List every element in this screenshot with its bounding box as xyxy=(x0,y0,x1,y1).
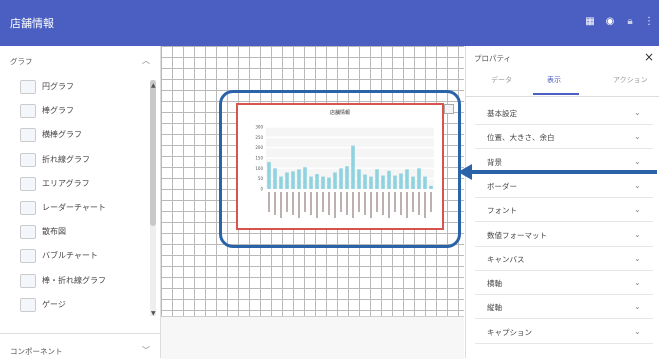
property-section[interactable]: キャプション xyxy=(487,327,532,338)
divider xyxy=(475,148,653,150)
chevron-down-icon[interactable]: ⌄ xyxy=(634,254,641,263)
eye-icon[interactable]: ◉ xyxy=(604,16,616,28)
chevron-down-icon[interactable]: ⌄ xyxy=(634,230,641,239)
chart-type-item[interactable]: バブルチャート xyxy=(20,247,148,265)
scroll-down-icon[interactable]: ▼ xyxy=(151,310,156,317)
chart-type-item[interactable]: エリアグラフ xyxy=(20,175,148,193)
app-header: 店舗情報 ▦ ◉ 🔒︎ ⋮ xyxy=(0,0,659,46)
divider xyxy=(475,124,653,125)
chevron-down-icon[interactable]: ⌄ xyxy=(634,205,641,214)
divider xyxy=(475,221,653,223)
tab-data[interactable]: データ xyxy=(491,75,512,85)
divider xyxy=(475,342,653,344)
gauge-icon xyxy=(20,297,36,312)
active-tab-indicator xyxy=(533,93,579,95)
scrollbar-thumb[interactable] xyxy=(150,80,156,226)
divider xyxy=(465,96,659,97)
chart-type-label: 棒・折れ線グラフ xyxy=(42,275,106,285)
lock-icon[interactable]: 🔒︎ xyxy=(624,16,636,28)
chevron-down-icon[interactable]: ⌄ xyxy=(634,302,641,311)
chart-type-label: ゲージ xyxy=(42,299,66,309)
divider xyxy=(475,245,653,247)
property-section[interactable]: キャンバス xyxy=(487,254,525,265)
property-section[interactable]: 数値フォーマット xyxy=(487,230,547,241)
chart-type-label: エリアグラフ xyxy=(42,178,90,188)
section-graph[interactable]: グラフ xyxy=(10,56,33,67)
divider xyxy=(475,269,653,271)
chart-type-label: 棒グラフ xyxy=(42,106,74,116)
close-icon[interactable]: × xyxy=(644,50,654,64)
chevron-down-icon[interactable]: ⌄ xyxy=(634,132,641,141)
grid-icon[interactable]: ▦ xyxy=(584,16,596,28)
chart-type-label: 折れ線グラフ xyxy=(42,154,90,164)
chevron-down-icon[interactable]: ﹀ xyxy=(142,345,150,356)
chart-type-label: 散布図 xyxy=(42,227,66,237)
property-section[interactable]: フォント xyxy=(487,205,517,216)
chevron-down-icon[interactable]: ⌄ xyxy=(634,108,641,117)
more-vert-icon[interactable]: ⋮ xyxy=(643,16,655,28)
scroll-up-icon[interactable]: ▲ xyxy=(151,82,156,89)
property-title: プロパティ xyxy=(474,54,512,63)
chevron-down-icon[interactable]: ⌄ xyxy=(634,278,641,287)
divider xyxy=(475,294,653,296)
combo-chart-icon xyxy=(20,273,36,288)
property-section[interactable]: 位置、大きさ、余白 xyxy=(487,132,555,143)
pie-chart-icon xyxy=(20,80,36,94)
property-section[interactable]: 基本設定 xyxy=(487,108,517,119)
highlight-frame xyxy=(219,90,461,248)
section-component[interactable]: コンポーネント xyxy=(10,346,63,357)
chart-type-item[interactable]: 横棒グラフ xyxy=(20,126,148,144)
property-section[interactable]: ボーダー xyxy=(487,181,517,192)
divider xyxy=(475,318,653,320)
chart-type-label: 横棒グラフ xyxy=(42,130,82,140)
property-section[interactable]: 背景 xyxy=(487,157,502,168)
chart-type-label: バブルチャート xyxy=(42,251,98,261)
chart-type-item[interactable]: 散布図 xyxy=(20,223,148,241)
page-title: 店舗情報 xyxy=(10,17,54,30)
tab-display[interactable]: 表示 xyxy=(547,75,561,85)
divider xyxy=(0,333,160,334)
chevron-down-icon[interactable]: ⌄ xyxy=(634,157,641,166)
scatter-chart-icon xyxy=(20,225,36,240)
arrow-head-icon xyxy=(458,164,472,180)
canvas-scroll-area xyxy=(161,316,464,359)
annotation-arrow xyxy=(470,170,657,174)
chart-type-item[interactable]: 折れ線グラフ xyxy=(20,151,148,169)
property-section[interactable]: 横軸 xyxy=(487,278,502,289)
chart-type-item[interactable]: ゲージ xyxy=(20,296,148,314)
chart-type-label: レーダーチャート xyxy=(42,203,106,212)
chevron-down-icon[interactable]: ⌄ xyxy=(634,327,641,336)
hbar-chart-icon xyxy=(20,128,36,143)
divider xyxy=(475,196,653,198)
chart-type-item[interactable]: 棒・折れ線グラフ xyxy=(20,272,148,290)
line-chart-icon xyxy=(20,152,36,167)
bar-chart-icon xyxy=(20,104,36,119)
radar-chart-icon xyxy=(20,201,36,215)
chevron-up-icon[interactable]: ︿ xyxy=(142,55,150,66)
area-chart-icon xyxy=(20,176,36,191)
bubble-chart-icon xyxy=(20,249,36,264)
property-section[interactable]: 縦軸 xyxy=(487,302,502,313)
tab-action[interactable]: アクション xyxy=(613,75,648,85)
chart-type-label: 円グラフ xyxy=(42,82,74,91)
chart-type-item[interactable]: 棒グラフ xyxy=(20,102,148,120)
chart-type-item[interactable]: 円グラフ xyxy=(20,78,148,96)
chart-type-item[interactable]: レーダーチャート xyxy=(20,199,148,217)
chevron-down-icon[interactable]: ⌄ xyxy=(634,181,641,190)
